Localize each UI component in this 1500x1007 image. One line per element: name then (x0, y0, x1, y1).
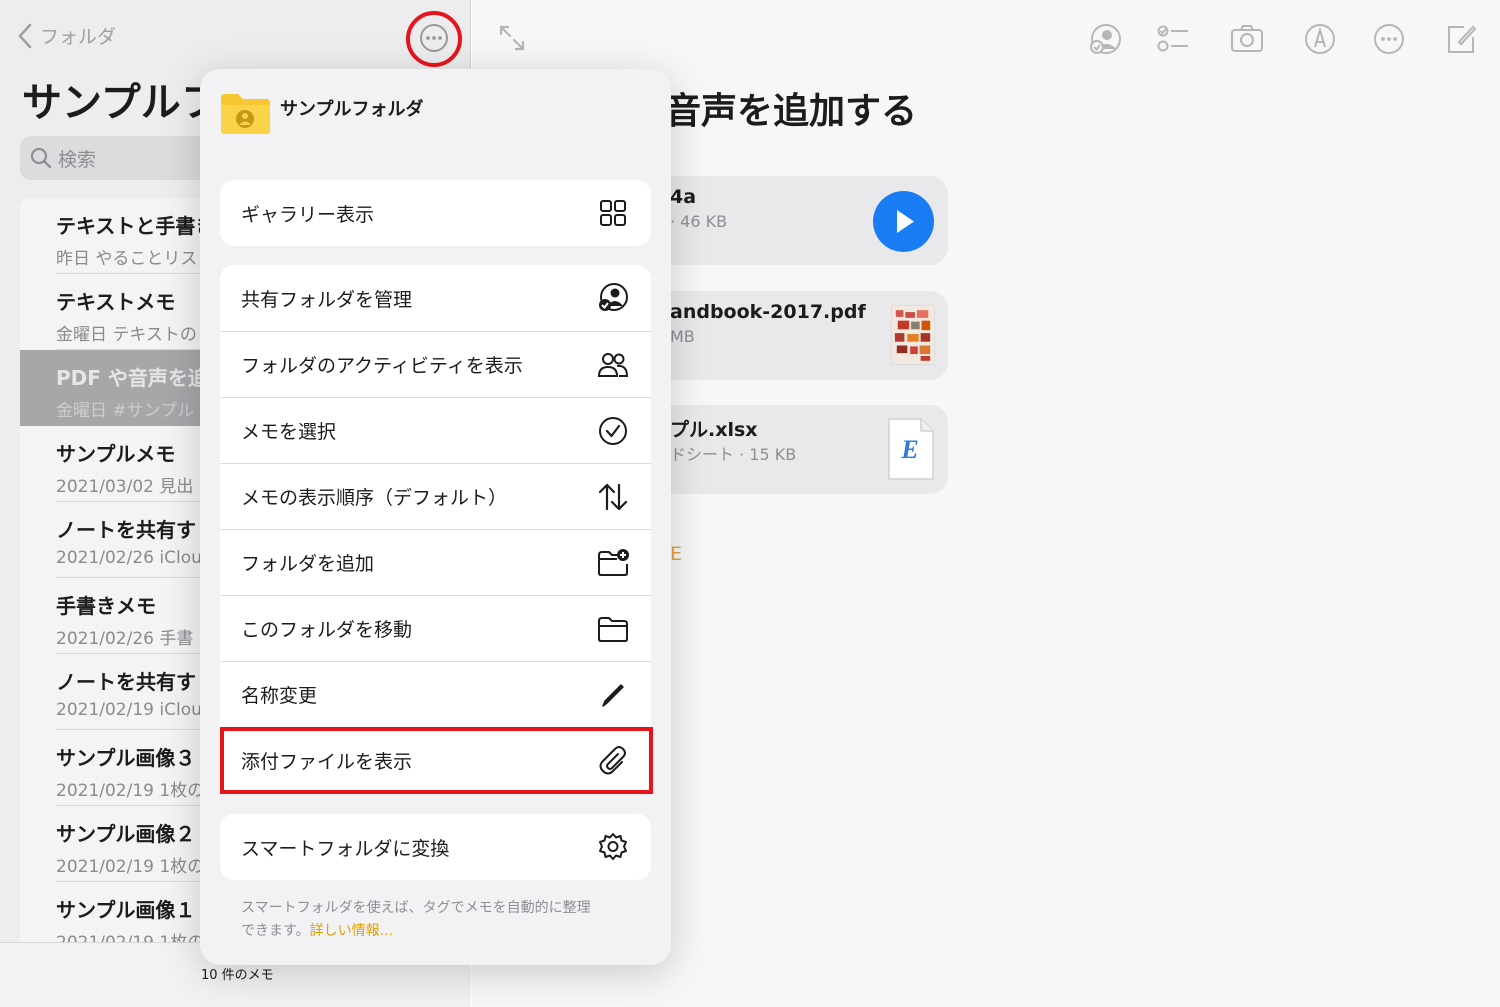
menu-group-actions: 共有フォルダを管理 フォルダのアクティビティを表示 メモを選択 メモの表示順序（… (220, 265, 651, 793)
popover-folder-name: サンプルフォルダ (280, 99, 424, 120)
menu-item-label: 共有フォルダを管理 (241, 288, 413, 311)
menu-item-folder-activity[interactable]: フォルダのアクティビティを表示 (220, 331, 651, 397)
gear-icon (599, 833, 627, 860)
note-count: 10 件のメモ (201, 968, 274, 983)
attachments-highlight-box (220, 727, 653, 794)
expand-icon[interactable] (498, 24, 526, 52)
menu-item-label: フォルダのアクティビティを表示 (241, 355, 523, 377)
attachment-meta: MB (670, 327, 695, 346)
checklist-icon[interactable] (1156, 22, 1190, 56)
learn-more-link[interactable]: 詳しい情報... (310, 923, 393, 939)
people-icon (597, 352, 629, 377)
more-icon[interactable] (1372, 22, 1406, 56)
menu-item-manage-shared-folder[interactable]: 共有フォルダを管理 (220, 265, 651, 331)
smart-folder-note-line: できます。 (241, 923, 310, 939)
shared-folder-icon (599, 283, 628, 311)
shared-folder-yellow-icon (221, 94, 270, 134)
attachment-meta: ドシート · 15 KB (670, 445, 797, 464)
back-button[interactable]: フォルダ (18, 22, 116, 49)
gallery-grid-icon (600, 200, 626, 226)
sort-arrows-icon (598, 483, 628, 510)
menu-item-select-notes[interactable]: メモを選択 (220, 397, 651, 463)
menu-item-gallery-view[interactable]: ギャラリー表示 (220, 180, 651, 246)
share-collaborate-icon[interactable] (1088, 22, 1122, 56)
menu-item-label: フォルダを追加 (241, 553, 375, 575)
menu-item-sort-order[interactable]: メモの表示順序（デフォルト） (220, 463, 651, 529)
menu-item-rename[interactable]: 名称変更 (220, 661, 651, 727)
more-button-highlight-circle (406, 11, 462, 67)
attachment-meta: · 46 KB (670, 212, 728, 231)
smart-folder-explanation: スマートフォルダを使えば、タグでメモを自動的に整理 できます。詳しい情報... (241, 897, 641, 943)
folder-title: サンプルフ (22, 80, 221, 126)
attachment-name: プル.xlsx (670, 419, 758, 441)
play-icon (897, 210, 914, 233)
note-title: 音声を追加する (665, 91, 918, 132)
back-label: フォルダ (40, 26, 117, 48)
search-icon (30, 147, 52, 169)
menu-item-label: メモを選択 (241, 421, 337, 443)
camera-icon[interactable] (1230, 22, 1264, 56)
menu-item-label: スマートフォルダに変換 (241, 837, 450, 860)
menu-item-label: このフォルダを移動 (241, 619, 413, 641)
orange-text-fragment: E (670, 543, 683, 565)
spreadsheet-file-icon: E (888, 418, 934, 480)
svg-text:E: E (900, 435, 918, 464)
folder-add-icon (598, 548, 629, 576)
menu-item-add-folder[interactable]: フォルダを追加 (220, 529, 651, 595)
attachment-name: 4a (670, 186, 697, 208)
menu-group-view: ギャラリー表示 (220, 180, 651, 246)
menu-item-convert-smart-folder[interactable]: スマートフォルダに変換 (220, 814, 651, 880)
pdf-thumbnail-image (891, 305, 935, 365)
markup-pen-icon[interactable] (1303, 22, 1337, 56)
chevron-left-icon (18, 23, 32, 48)
attachment-name: andbook-2017.pdf (670, 301, 866, 323)
menu-item-label: 名称変更 (241, 685, 318, 707)
menu-group-smart-folder: スマートフォルダに変換 (220, 814, 651, 880)
folder-options-popover: サンプルフォルダ ギャラリー表示 共有フォルダを管理 フォルダのアクティビティを… (200, 69, 671, 965)
folder-icon (598, 616, 628, 642)
search-placeholder: 検索 (58, 148, 97, 171)
pencil-icon (602, 683, 624, 707)
menu-item-label: ギャラリー表示 (241, 203, 375, 226)
menu-item-label: メモの表示順序（デフォルト） (241, 487, 508, 509)
play-button[interactable] (873, 191, 934, 252)
smart-folder-note-line: スマートフォルダを使えば、タグでメモを自動的に整理 (241, 900, 591, 916)
menu-item-move-folder[interactable]: このフォルダを移動 (220, 595, 651, 661)
checkmark-circle-icon (599, 416, 627, 445)
compose-icon[interactable] (1444, 22, 1478, 56)
